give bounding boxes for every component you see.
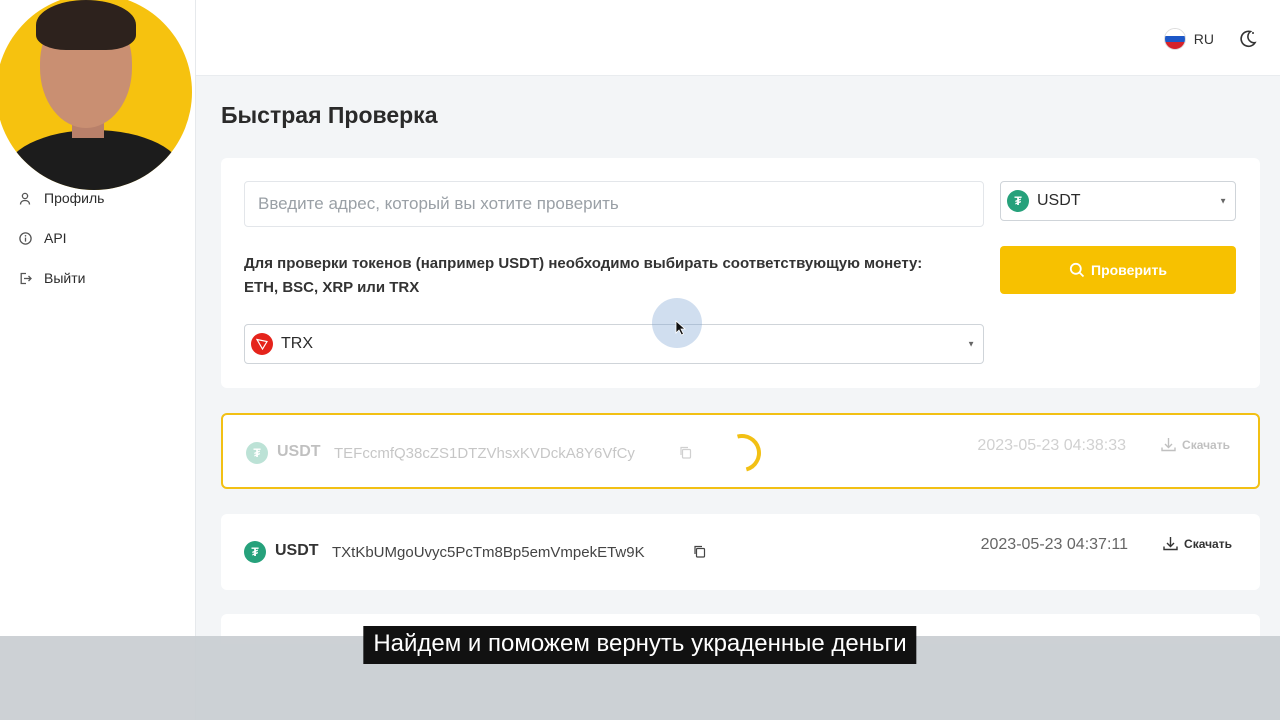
sidebar-item-label: Выйти	[44, 270, 86, 286]
download-label: Скачать	[1182, 437, 1230, 452]
chain-select-value: TRX	[281, 335, 313, 352]
result-address: TEFccmfQ38cZS1DTZVhsxKVDckA8Y6VfCy	[334, 445, 635, 462]
page-title: Быстрая Проверка	[221, 102, 438, 128]
check-button-label: Проверить	[1091, 262, 1167, 278]
result-date: 2023-05-23 04:37:11	[980, 536, 1128, 553]
chevron-down-icon: ▼	[967, 339, 975, 349]
video-caption: Найдем и поможем вернуть украденные день…	[363, 626, 917, 664]
language-label: RU	[1193, 31, 1214, 47]
result-date: 2023-05-23 04:38:33	[977, 437, 1126, 454]
download-button[interactable]: Скачать	[1161, 437, 1230, 452]
usdt-icon: ₮	[244, 541, 266, 563]
token-notice: Для проверки токенов (например USDT) нео…	[244, 255, 923, 296]
result-symbol: USDT	[275, 542, 319, 559]
sidebar-item-label: API	[44, 230, 67, 246]
check-form-card: ₮ USDT ▼ Для проверки токенов (например …	[221, 158, 1260, 388]
tron-icon	[251, 333, 273, 355]
language-switcher[interactable]: RU	[1163, 28, 1214, 50]
top-bar: RU	[196, 0, 1280, 76]
sidebar-item-logout[interactable]: Выйти	[18, 270, 85, 286]
copy-icon[interactable]	[679, 446, 693, 460]
chevron-down-icon: ▼	[1219, 196, 1227, 206]
usdt-icon: ₮	[246, 442, 268, 464]
logout-icon	[18, 271, 32, 285]
address-input[interactable]	[244, 181, 984, 227]
result-row[interactable]: ₮ USDT TEFccmfQ38cZS1DTZVhsxKVDckA8Y6VfC…	[221, 413, 1260, 489]
result-symbol: USDT	[277, 443, 321, 460]
result-row[interactable]: ₮ USDT TXtKbUMgoUvyc5PcTm8Bp5emVmpekETw9…	[221, 514, 1260, 590]
result-address: TXtKbUMgoUvyc5PcTm8Bp5emVmpekETw9K	[332, 544, 645, 561]
coin-select-value: USDT	[1037, 192, 1081, 209]
usdt-icon: ₮	[1007, 190, 1029, 212]
sidebar-item-label: Профиль	[44, 190, 105, 206]
info-icon	[18, 231, 32, 245]
download-icon	[1161, 438, 1176, 452]
download-label: Скачать	[1184, 536, 1232, 551]
user-icon	[18, 191, 32, 205]
coin-select[interactable]: ₮ USDT ▼	[1000, 181, 1236, 221]
search-icon	[1069, 262, 1085, 278]
loading-spinner	[716, 427, 768, 479]
sidebar-item-api[interactable]: API	[18, 230, 67, 246]
check-button[interactable]: Проверить	[1000, 246, 1236, 294]
sidebar-item-profile[interactable]: Профиль	[18, 190, 104, 206]
mouse-pointer-icon	[675, 320, 687, 336]
dark-mode-toggle[interactable]	[1236, 28, 1258, 50]
copy-icon[interactable]	[693, 545, 707, 559]
russia-flag-icon	[1163, 28, 1186, 50]
moon-icon	[1240, 30, 1257, 47]
presenter-avatar	[0, 0, 192, 190]
chain-select[interactable]: TRX ▼	[244, 324, 984, 364]
download-button[interactable]: Скачать	[1163, 536, 1232, 551]
download-icon	[1163, 537, 1178, 551]
